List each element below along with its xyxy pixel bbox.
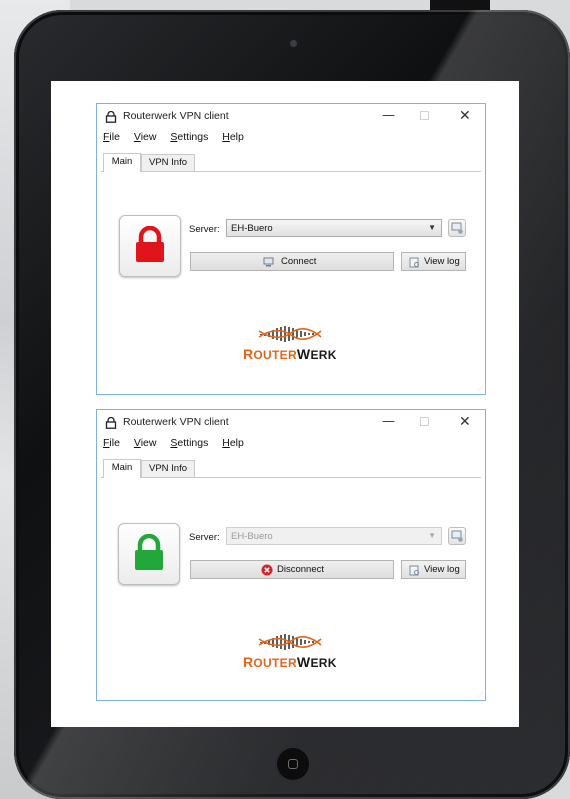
tab-vpn-info[interactable]: VPN Info bbox=[141, 460, 195, 477]
chevron-down-icon: ▼ bbox=[428, 531, 436, 540]
log-icon bbox=[409, 565, 419, 576]
connect-label: Connect bbox=[281, 256, 317, 267]
camera-icon bbox=[290, 40, 297, 47]
menu-settings[interactable]: Settings bbox=[170, 437, 208, 449]
maximize-button[interactable]: ☐ bbox=[419, 415, 430, 429]
resize-grip-icon[interactable]: ⋰ bbox=[477, 691, 483, 698]
routerwerk-logo-text: ROUTERWERK bbox=[243, 346, 337, 362]
connect-button[interactable]: Connect bbox=[190, 252, 394, 271]
vpn-window-connected: Routerwerk VPN client — ☐ ✕ File View Se… bbox=[96, 409, 486, 701]
disconnect-label: Disconnect bbox=[277, 564, 324, 575]
monitor-gear-icon bbox=[451, 530, 463, 542]
closed-lock-icon bbox=[136, 226, 164, 262]
window-title: Routerwerk VPN client bbox=[123, 416, 229, 428]
title-bar[interactable]: Routerwerk VPN client — ☐ ✕ bbox=[97, 104, 485, 131]
tab-main[interactable]: Main bbox=[103, 459, 141, 478]
chevron-down-icon: ▼ bbox=[428, 223, 436, 232]
connect-icon bbox=[263, 257, 274, 267]
monitor-gear-icon bbox=[451, 222, 463, 234]
window-title: Routerwerk VPN client bbox=[123, 110, 229, 122]
routerwerk-logo-wave-icon bbox=[258, 326, 322, 342]
minimize-button[interactable]: — bbox=[382, 415, 395, 429]
open-lock-icon bbox=[135, 534, 163, 570]
server-settings-button[interactable] bbox=[448, 527, 466, 545]
lock-status-button[interactable] bbox=[119, 215, 181, 277]
view-log-button[interactable]: View log bbox=[401, 560, 466, 579]
tab-divider bbox=[101, 477, 481, 478]
server-value: EH-Buero bbox=[231, 223, 273, 234]
server-label: Server: bbox=[189, 532, 220, 543]
view-log-label: View log bbox=[424, 564, 460, 575]
minimize-button[interactable]: — bbox=[382, 109, 395, 123]
menu-view[interactable]: View bbox=[134, 437, 157, 449]
close-button[interactable]: ✕ bbox=[459, 415, 471, 429]
menu-help[interactable]: Help bbox=[222, 131, 244, 143]
tab-divider bbox=[101, 171, 481, 172]
tab-main[interactable]: Main bbox=[103, 153, 141, 172]
menu-bar: File View Settings Help bbox=[103, 131, 255, 149]
vpn-window-disconnected: Routerwerk VPN client — ☐ ✕ File View Se… bbox=[96, 103, 486, 395]
menu-help[interactable]: Help bbox=[222, 437, 244, 449]
menu-bar: File View Settings Help bbox=[103, 437, 255, 455]
close-button[interactable]: ✕ bbox=[459, 109, 471, 123]
menu-file[interactable]: File bbox=[103, 437, 120, 449]
tablet-screen: Routerwerk VPN client — ☐ ✕ File View Se… bbox=[51, 81, 519, 727]
lock-app-icon bbox=[105, 417, 117, 429]
view-log-label: View log bbox=[424, 256, 460, 267]
server-select[interactable]: EH-Buero ▼ bbox=[226, 219, 442, 237]
menu-view[interactable]: View bbox=[134, 131, 157, 143]
home-button-icon bbox=[288, 759, 298, 769]
menu-file[interactable]: File bbox=[103, 131, 120, 143]
menu-settings[interactable]: Settings bbox=[170, 131, 208, 143]
view-log-button[interactable]: View log bbox=[401, 252, 466, 271]
title-bar[interactable]: Routerwerk VPN client — ☐ ✕ bbox=[97, 410, 485, 437]
routerwerk-logo-text: ROUTERWERK bbox=[243, 654, 337, 670]
server-label: Server: bbox=[189, 224, 220, 235]
routerwerk-logo-wave-icon bbox=[258, 634, 322, 650]
resize-grip-icon[interactable]: ⋰ bbox=[477, 385, 483, 392]
server-value: EH-Buero bbox=[231, 531, 273, 542]
maximize-button[interactable]: ☐ bbox=[419, 109, 430, 123]
disconnect-icon bbox=[261, 564, 273, 576]
server-settings-button[interactable] bbox=[448, 219, 466, 237]
lock-status-button[interactable] bbox=[118, 523, 180, 585]
server-select: EH-Buero ▼ bbox=[226, 527, 442, 545]
tab-vpn-info[interactable]: VPN Info bbox=[141, 154, 195, 171]
disconnect-button[interactable]: Disconnect bbox=[190, 560, 394, 579]
lock-app-icon bbox=[105, 111, 117, 123]
log-icon bbox=[409, 257, 419, 268]
